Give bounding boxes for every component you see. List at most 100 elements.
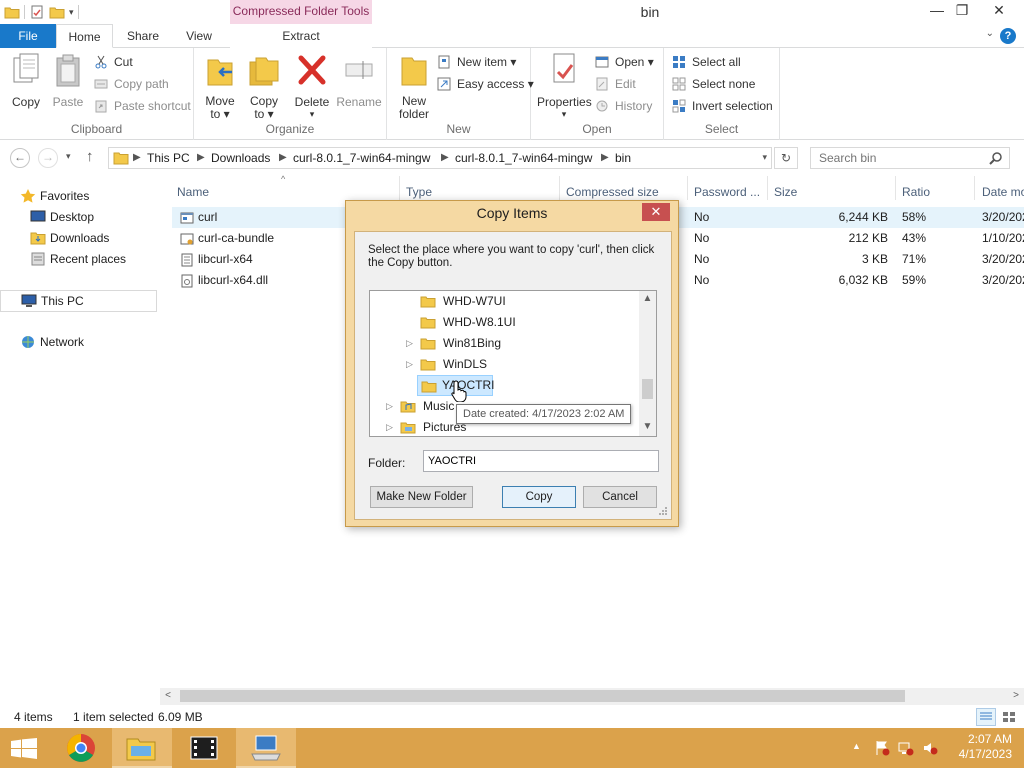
history-button[interactable]: History	[595, 96, 652, 116]
copy-icon	[13, 53, 39, 83]
tree-vertical-scrollbar[interactable]: ▲ ▼	[639, 291, 656, 436]
tree-scrollbar-thumb[interactable]	[642, 379, 653, 399]
make-new-folder-button[interactable]: Make New Folder	[370, 486, 473, 508]
nav-downloads[interactable]: Downloads	[30, 228, 150, 248]
column-header-password[interactable]: Password ...	[694, 182, 760, 202]
paste-button[interactable]: Paste	[46, 52, 90, 109]
scroll-left-button[interactable]: <	[160, 688, 176, 705]
restore-button[interactable]: ❐	[945, 0, 979, 22]
tray-expand-chevron-icon[interactable]: ▲	[852, 741, 861, 751]
open-button[interactable]: Open ▾	[595, 52, 654, 72]
delete-chevron-icon[interactable]: ▾	[290, 109, 334, 119]
new-item-button[interactable]: New item ▾	[437, 52, 516, 72]
copy-confirm-button[interactable]: Copy	[502, 486, 576, 508]
breadcrumb-curl-folder[interactable]: curl-8.0.1_7-win64-mingw	[293, 148, 430, 168]
status-bar: 4 items 1 item selected 6.09 MB	[0, 706, 1024, 728]
taskbar-media-app[interactable]	[174, 728, 234, 768]
close-window-button[interactable]: ✕	[982, 0, 1016, 22]
nav-desktop[interactable]: Desktop	[30, 207, 150, 227]
folder-icon	[420, 317, 436, 329]
customize-qat-chevron-icon[interactable]: ▾	[69, 7, 74, 18]
nav-favorites[interactable]: Favorites	[20, 186, 150, 206]
breadcrumb-downloads[interactable]: Downloads	[211, 148, 270, 168]
expand-arrow-icon[interactable]: ▷	[386, 417, 393, 436]
move-to-button[interactable]: Move to ▾	[198, 52, 242, 121]
expand-arrow-icon[interactable]: ▷	[386, 396, 393, 417]
column-header-date-modified[interactable]: Date mo	[982, 182, 1024, 202]
nav-recent-places[interactable]: Recent places	[30, 249, 150, 269]
properties-button[interactable]: Properties ▾	[537, 52, 592, 119]
breadcrumb-separator-icon[interactable]: ▶	[601, 148, 609, 168]
cut-button[interactable]: Cut	[94, 52, 133, 72]
copy-to-button[interactable]: Copy to ▾	[242, 52, 286, 121]
taskbar-chrome[interactable]	[52, 728, 112, 768]
breadcrumb-bin[interactable]: bin	[615, 148, 631, 168]
select-none-button[interactable]: Select none	[672, 74, 755, 94]
column-header-name[interactable]: Name	[177, 182, 209, 202]
recent-locations-chevron-icon[interactable]: ▾	[66, 151, 71, 162]
breadcrumb-separator-icon[interactable]: ▶	[279, 148, 287, 168]
tab-view[interactable]: View	[174, 24, 224, 48]
resize-grip-icon[interactable]	[658, 506, 668, 516]
back-button[interactable]: ←	[10, 148, 30, 168]
breadcrumb-this-pc[interactable]: This PC	[147, 148, 190, 168]
volume-muted-icon[interactable]	[922, 740, 938, 756]
address-bar[interactable]: ▶ This PC ▶ Downloads ▶ curl-8.0.1_7-win…	[108, 147, 772, 169]
select-all-button[interactable]: Select all	[672, 52, 741, 72]
taskbar-file-explorer[interactable]	[112, 728, 172, 768]
breadcrumb-curl-subfolder[interactable]: curl-8.0.1_7-win64-mingw	[455, 148, 592, 168]
folder-icon	[4, 7, 20, 19]
copy-path-button[interactable]: Copy path	[94, 74, 169, 94]
new-folder-icon[interactable]	[49, 4, 65, 20]
column-header-ratio[interactable]: Ratio	[902, 182, 930, 202]
action-center-flag-icon[interactable]	[874, 740, 890, 756]
tab-extract[interactable]: Extract	[230, 24, 372, 48]
horizontal-scrollbar[interactable]: < >	[160, 688, 1024, 705]
tree-item-label: WinDLS	[443, 357, 488, 371]
scroll-right-button[interactable]: >	[1008, 688, 1024, 705]
forward-button[interactable]: →	[38, 148, 58, 168]
properties-icon[interactable]	[29, 4, 45, 20]
delete-button[interactable]: Delete ▾	[290, 52, 334, 119]
paste-shortcut-button[interactable]: Paste shortcut	[94, 96, 191, 116]
easy-access-button[interactable]: Easy access ▾	[437, 74, 534, 94]
address-dropdown-chevron-icon[interactable]: ▾	[762, 152, 767, 163]
nav-this-pc[interactable]: This PC	[0, 290, 157, 312]
tab-home[interactable]: Home	[56, 24, 113, 48]
folder-name-input[interactable]	[423, 450, 659, 472]
refresh-button[interactable]: ↻	[774, 147, 798, 169]
column-header-compressed-size[interactable]: Compressed size	[566, 182, 659, 202]
help-button[interactable]: ?	[1000, 28, 1016, 44]
copy-button[interactable]: Copy	[4, 52, 48, 109]
tab-share[interactable]: Share	[118, 24, 168, 48]
tab-file[interactable]: File	[0, 24, 56, 48]
search-box[interactable]	[810, 147, 1010, 169]
taskbar-remote-desktop[interactable]	[236, 728, 296, 768]
scroll-up-button[interactable]: ▲	[639, 291, 656, 308]
nav-network[interactable]: Network	[20, 332, 150, 352]
start-button[interactable]	[0, 728, 48, 768]
expand-arrow-icon[interactable]: ▷	[406, 354, 413, 375]
column-header-type[interactable]: Type	[406, 182, 432, 202]
column-header-size[interactable]: Size	[774, 182, 797, 202]
collapse-ribbon-chevron-icon[interactable]: ⌄	[986, 28, 994, 39]
tray-clock[interactable]: 2:07 AM 4/17/2023	[959, 732, 1012, 762]
up-button[interactable]: ↑	[86, 148, 94, 165]
breadcrumb-separator-icon[interactable]: ▶	[441, 148, 449, 168]
details-view-button[interactable]	[976, 708, 996, 726]
rename-button[interactable]: Rename	[334, 52, 384, 109]
scroll-down-button[interactable]: ▼	[639, 419, 656, 436]
new-folder-button[interactable]: New folder	[391, 52, 437, 121]
invert-selection-button[interactable]: Invert selection	[672, 96, 773, 116]
scrollbar-thumb[interactable]	[180, 690, 905, 702]
breadcrumb-separator-icon[interactable]: ▶	[133, 148, 141, 168]
expand-arrow-icon[interactable]: ▷	[406, 333, 413, 354]
network-status-icon[interactable]	[898, 740, 914, 756]
large-icons-view-button[interactable]	[999, 708, 1019, 726]
dialog-close-button[interactable]: ✕	[642, 203, 670, 221]
search-input[interactable]	[811, 148, 981, 168]
edit-button[interactable]: Edit	[595, 74, 636, 94]
cancel-button[interactable]: Cancel	[583, 486, 657, 508]
properties-chevron-icon[interactable]: ▾	[537, 109, 591, 119]
breadcrumb-separator-icon[interactable]: ▶	[197, 148, 205, 168]
